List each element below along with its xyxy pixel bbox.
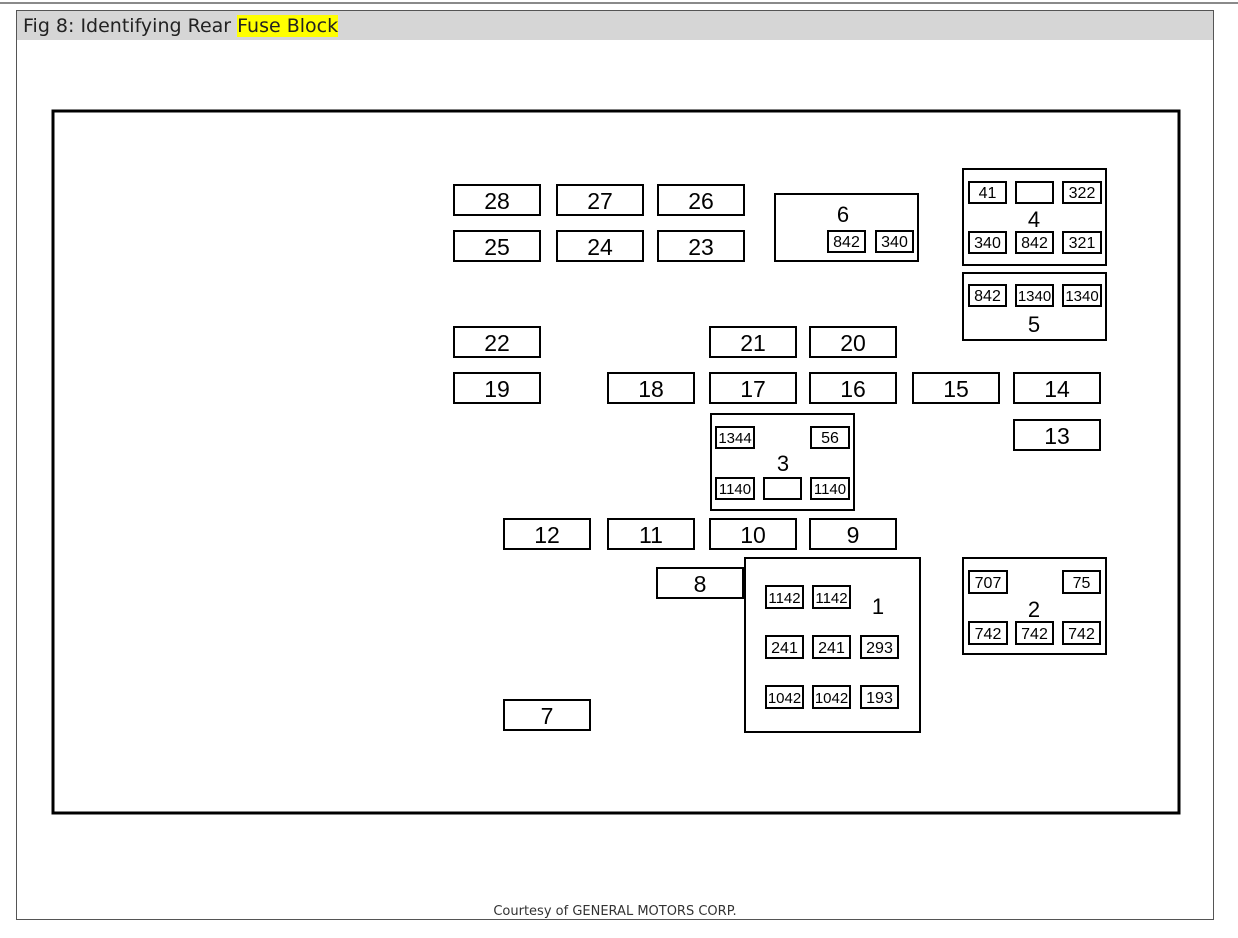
circuit-label: 842 [974,288,1001,305]
circuit-label: 1142 [768,590,800,607]
fuse-15: 15 [912,372,1000,404]
fuse-label: 9 [847,522,860,548]
fuse-label: 15 [943,376,969,402]
fuse-label: 18 [638,376,664,402]
relay-block-2: 2 707 75 742 742 742 [962,557,1107,655]
fuse-28: 28 [453,184,541,216]
fuse-21: 21 [709,326,797,358]
fuse-label: 7 [541,703,554,729]
circuit-label: 1140 [814,481,846,498]
fuse-12: 12 [503,518,591,550]
circuit-label: 241 [771,640,798,657]
circuit-label: 56 [821,430,839,447]
circuit-label: 742 [1068,626,1095,643]
fuse-14: 14 [1013,372,1101,404]
fuse-block-diagram: 28 27 2625 24 2322 21 2019 18 17 16 15 141312 11 10 98… [51,109,1181,815]
fuse-label: 13 [1044,423,1070,449]
circuit-label: 322 [1069,185,1096,202]
fuse-26: 26 [657,184,745,216]
fuse-19: 19 [453,372,541,404]
circuit-label: 1140 [719,481,751,498]
fuse-label: 12 [534,522,560,548]
fuse-label: 17 [740,376,766,402]
fuse-9: 9 [809,518,897,550]
relay-number: 2 [1028,597,1040,622]
relay-number: 3 [777,451,789,476]
fuse-16: 16 [809,372,897,404]
fuse-22: 22 [453,326,541,358]
circuit-label: 842 [1021,235,1048,252]
relay-number: 1 [872,594,884,619]
relay-number: 6 [837,202,849,227]
relay-block-6: 6 842 340 [774,193,919,262]
fuse-label: 19 [484,376,510,402]
circuit-slot [763,477,802,500]
fuse-label: 16 [840,376,866,402]
fuse-label: 21 [740,330,766,356]
fuse-label: 20 [840,330,866,356]
relay-number: 5 [1028,312,1040,337]
circuit-slot [1015,181,1054,204]
circuit-label: 241 [818,640,845,657]
circuit-label: 1142 [815,590,847,607]
circuit-label: 1340 [1018,288,1051,305]
circuit-label: 293 [866,640,893,657]
circuit-label: 1340 [1065,288,1098,305]
circuit-label: 742 [1021,626,1048,643]
fuse-label: 14 [1044,376,1070,402]
fuse-13: 13 [1013,419,1101,451]
fuse-label: 23 [688,234,714,260]
fuse-23: 23 [657,230,745,262]
circuit-label: 707 [975,575,1002,592]
fuse-11: 11 [607,518,695,550]
fuse-label: 24 [587,234,613,260]
relay-block-1: 1 1142 1142 241 241 293 1042 1042 193 [744,557,921,733]
fuse-label: 26 [688,188,714,214]
circuit-label: 1042 [768,690,801,707]
circuit-label: 321 [1069,235,1096,252]
fuse-27: 27 [556,184,644,216]
circuit-label: 1042 [815,690,848,707]
fuse-20: 20 [809,326,897,358]
circuit-label: 193 [866,690,893,707]
circuit-label: 1344 [718,430,751,447]
relay-number: 4 [1028,207,1040,232]
diagram-layer: 28 27 2625 24 2322 21 2019 18 17 16 15 141312 11 10 98… [453,168,1107,733]
fuse-25: 25 [453,230,541,262]
fuse-label: 8 [694,571,707,597]
circuit-label: 340 [881,234,908,251]
fuse-7: 7 [503,699,591,731]
relay-block-4: 4 41 322 340 842 321 [962,168,1107,266]
fuse-8: 8 [656,567,744,599]
fuse-24: 24 [556,230,644,262]
circuit-label: 340 [974,235,1001,252]
relay-block-3: 3 1344 56 1140 1140 [710,413,855,511]
fuse-10: 10 [709,518,797,550]
fuse-label: 28 [484,188,510,214]
circuit-label: 41 [979,185,997,202]
fuse-label: 25 [484,234,510,260]
circuit-label: 75 [1073,575,1091,592]
fuse-label: 10 [740,522,766,548]
fuse-label: 22 [484,330,510,356]
relay-block-5: 5 842 1340 1340 [962,272,1107,341]
circuit-label: 742 [975,626,1002,643]
circuit-label: 842 [833,234,860,251]
fuse-17: 17 [709,372,797,404]
fuse-18: 18 [607,372,695,404]
fuse-label: 27 [587,188,613,214]
fuse-label: 11 [639,522,663,548]
